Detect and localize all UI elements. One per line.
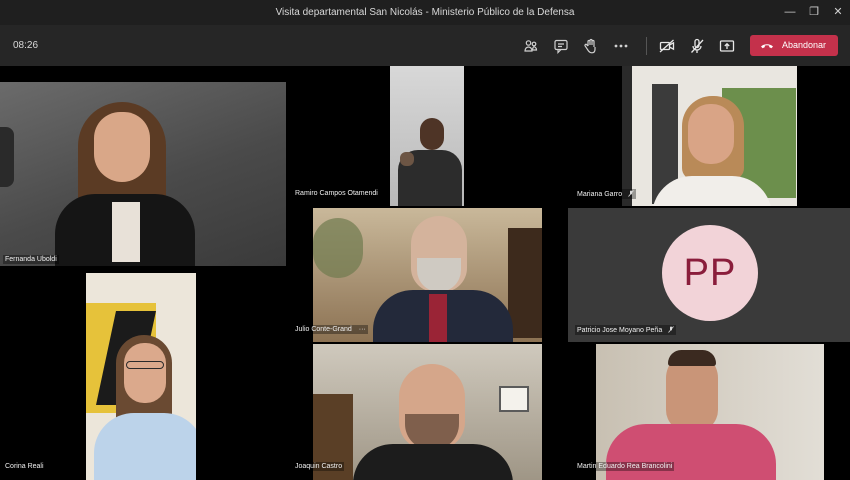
participant-name: Corina Reali [3, 462, 46, 471]
video-tile-mariana[interactable] [622, 66, 797, 206]
bookshelf [508, 228, 542, 338]
participant-sweater [606, 424, 776, 480]
restore-icon[interactable]: ❐ [803, 4, 825, 21]
participant-name: Patricio Jose Moyano Peña [577, 327, 663, 334]
mic-off-icon[interactable] [688, 37, 706, 55]
wall-frame [499, 386, 529, 412]
leave-button[interactable]: Abandonar [750, 35, 838, 56]
meeting-clock: 08:26 [13, 40, 39, 51]
background-figure [0, 127, 14, 187]
participant-blouse [112, 202, 140, 262]
video-tile-fernanda[interactable] [0, 82, 286, 266]
hang-up-icon [761, 44, 773, 49]
participant-name: Julio Conte-Grand [295, 326, 352, 333]
video-tile-ramiro[interactable] [390, 66, 464, 206]
participant-name-row: Julio Conte-Grand ··· [293, 325, 368, 334]
participant-name: Mariana Garro [577, 191, 623, 198]
more-actions-icon[interactable] [612, 37, 630, 55]
mic-muted-icon [628, 190, 634, 197]
participant-more-icon[interactable]: ··· [359, 326, 366, 333]
title-bar: Visita departamental San Nicolás - Minis… [0, 0, 850, 25]
minimize-icon[interactable]: — [779, 4, 801, 21]
participant-hair [668, 350, 716, 366]
chat-icon[interactable] [552, 37, 570, 55]
participant-face [420, 118, 444, 150]
video-tile-corina[interactable] [86, 273, 196, 480]
participant-name-row: Patricio Jose Moyano Peña [575, 325, 677, 335]
participant-name: Joaquin Castro [293, 462, 345, 471]
raise-hand-icon[interactable] [582, 37, 600, 55]
video-tile-julio[interactable] [313, 208, 542, 342]
close-icon[interactable]: ✕ [827, 4, 849, 21]
door-frame [622, 66, 632, 206]
camera-off-icon[interactable] [658, 37, 676, 55]
participant-body [353, 444, 513, 480]
participant-hand [400, 152, 414, 166]
participant-name: Fernanda Uboldi [3, 255, 59, 264]
share-screen-icon[interactable] [718, 37, 736, 55]
participants-icon[interactable] [522, 37, 540, 55]
participant-name: Martin Eduardo Rea Brancolini [575, 462, 675, 471]
leave-label: Abandonar [782, 40, 827, 50]
participant-body [94, 413, 196, 480]
video-tile-joaquin[interactable] [313, 344, 542, 480]
participant-face [688, 104, 734, 164]
participant-avatar: PP [662, 225, 758, 321]
participant-name: Ramiro Campos Otamendi [293, 189, 380, 198]
participant-tie [429, 294, 447, 342]
toolbar-divider [646, 37, 647, 55]
meeting-toolbar: 08:26 Abandonar [0, 25, 850, 66]
plant [313, 218, 363, 278]
participant-glasses [126, 361, 164, 369]
participant-face [124, 343, 166, 403]
mic-muted-icon [668, 326, 674, 333]
video-tile-martin[interactable] [596, 344, 824, 480]
window-title: Visita departamental San Nicolás - Minis… [275, 7, 575, 18]
participant-face [94, 112, 150, 182]
participant-name-row: Mariana Garro [575, 189, 637, 199]
